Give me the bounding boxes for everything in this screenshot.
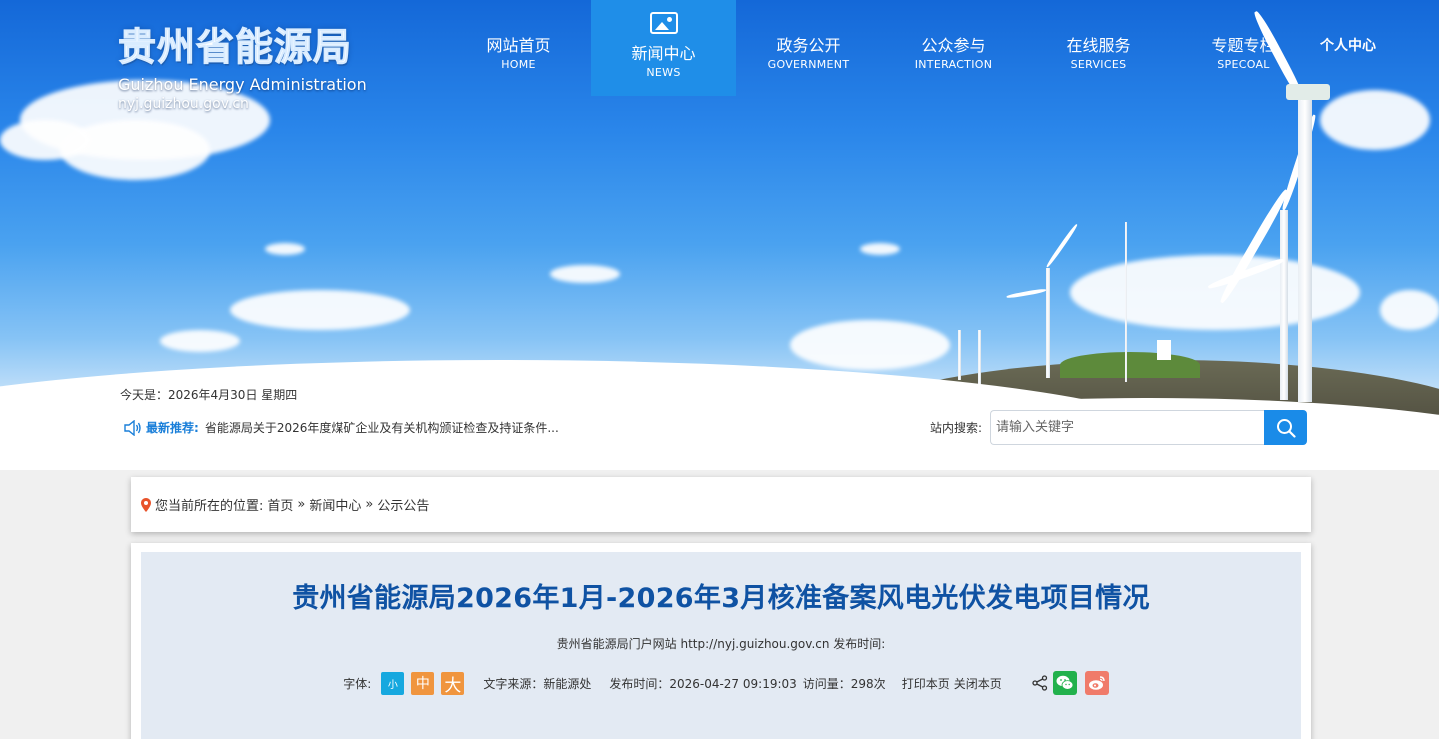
nav-label-cn: 专题专栏 — [1211, 36, 1276, 55]
article-title: 贵州省能源局2026年1月-2026年3月核准备案风电光伏发电项目情况 — [292, 583, 1150, 614]
breadcrumb-notice[interactable]: 公示公告 — [377, 495, 429, 514]
nav-label-en: NEWS — [646, 66, 681, 79]
site-url: nyj.guizhou.gov.cn — [118, 96, 249, 112]
wind-turbine — [1046, 268, 1050, 378]
wind-turbine — [958, 330, 961, 380]
nav-label-en: INTERACTION — [914, 58, 993, 71]
main-nav: 网站首页 HOME 新闻中心 NEWS 政务公开 GOVERNMENT 公众参与… — [446, 0, 1316, 96]
site-search: 站内搜索: — [930, 410, 1308, 445]
share-icon[interactable] — [1032, 675, 1048, 691]
article-header: 贵州省能源局2026年1月-2026年3月核准备案风电光伏发电项目情况 贵州省能… — [141, 552, 1301, 739]
latest-recommend: 最新推荐: 省能源局关于2026年度煤矿企业及有关机构颁证检查及持证条件... — [124, 419, 559, 436]
cloud-decoration — [550, 265, 620, 283]
font-medium-button[interactable]: 中 — [411, 671, 435, 695]
today-date: 今天是：2026年4月30日 星期四 — [120, 388, 298, 402]
font-size-label: 字体: — [343, 676, 372, 691]
turbine-blade — [1006, 288, 1047, 299]
user-center-link[interactable]: 个人中心 — [1320, 35, 1376, 55]
nav-label-cn: 公众参与 — [921, 36, 986, 55]
nav-label-en: HOME — [501, 58, 536, 71]
latest-news-link[interactable]: 省能源局关于2026年度煤矿企业及有关机构颁证检查及持证条件... — [205, 419, 559, 436]
nav-label-en: GOVERNMENT — [767, 58, 850, 71]
search-button[interactable] — [1264, 410, 1308, 445]
nav-label-cn: 在线服务 — [1066, 36, 1131, 55]
search-label: 站内搜索: — [930, 421, 983, 435]
breadcrumb-prefix: 您当前所在的位置: — [155, 499, 264, 514]
search-input[interactable] — [990, 410, 1265, 445]
mast — [1125, 222, 1127, 382]
site-logo[interactable]: 贵州省能源局 Guizhou Energy Administration nyj… — [118, 16, 367, 113]
nav-item-news[interactable]: 新闻中心 NEWS — [591, 0, 736, 96]
cloud-decoration — [230, 290, 410, 330]
wind-turbine — [1298, 92, 1312, 402]
speaker-icon — [124, 419, 141, 436]
nav-label-cn: 政务公开 — [776, 36, 841, 55]
font-large-button[interactable]: 大 — [441, 671, 465, 696]
nav-item-special[interactable]: 专题专栏 SPECOAL — [1171, 0, 1316, 96]
wind-turbine — [1280, 210, 1288, 400]
cloud-decoration — [1380, 290, 1439, 330]
nav-label-en: SERVICES — [1070, 58, 1127, 71]
search-icon — [1276, 418, 1296, 438]
cloud-decoration — [1070, 255, 1360, 330]
location-pin-icon — [141, 497, 151, 512]
wechat-share-button[interactable] — [1052, 671, 1077, 695]
nav-item-home[interactable]: 网站首页 HOME — [446, 0, 591, 96]
cloud-decoration — [790, 320, 950, 370]
nav-label-cn: 新闻中心 — [631, 44, 696, 63]
article-source-line: 贵州省能源局门户网站 http://nyj.guizhou.gov.cn 发布时… — [556, 637, 886, 651]
cloud-decoration — [0, 120, 90, 160]
weibo-icon — [1088, 676, 1105, 690]
font-small-button[interactable]: 小 — [381, 671, 405, 695]
turbine-blade — [1045, 223, 1079, 269]
print-link[interactable]: 打印本页 — [902, 675, 950, 692]
article-meta: 字体: 小 中 大 文字来源：新能源处 发布时间：2026-04-27 09:1… — [151, 671, 1301, 696]
visit-count: 访问量：298次 — [802, 676, 886, 691]
nav-item-services[interactable]: 在线服务 SERVICES — [1026, 0, 1171, 96]
breadcrumb-separator: » — [365, 497, 374, 512]
picture-icon — [649, 12, 678, 34]
nav-label-en: SPECOAL — [1217, 58, 1270, 71]
hill-grass-decoration — [1060, 352, 1200, 378]
cloud-decoration — [265, 243, 305, 255]
close-page-link[interactable]: 关闭本页 — [954, 675, 1002, 692]
cloud-decoration — [160, 330, 240, 352]
nav-label-cn: 网站首页 — [486, 36, 551, 55]
site-name-cn: 贵州省能源局 — [118, 25, 353, 70]
breadcrumb-home[interactable]: 首页 — [267, 495, 293, 514]
breadcrumb: 您当前所在的位置: 首页 » 新闻中心 » 公示公告 — [131, 477, 1311, 532]
text-source: 文字来源：新能源处 — [483, 676, 592, 691]
weibo-share-button[interactable] — [1084, 671, 1109, 695]
breadcrumb-news[interactable]: 新闻中心 — [309, 495, 361, 514]
building — [1157, 340, 1171, 360]
latest-label: 最新推荐: — [146, 421, 199, 435]
site-name-en: Guizhou Energy Administration — [118, 75, 367, 94]
cloud-decoration — [860, 243, 900, 255]
cloud-decoration — [1320, 90, 1430, 150]
wechat-icon — [1056, 675, 1074, 690]
breadcrumb-separator: » — [297, 497, 306, 512]
nav-item-interaction[interactable]: 公众参与 INTERACTION — [881, 0, 1026, 96]
wind-turbine — [978, 330, 981, 390]
publish-time: 发布时间：2026-04-27 09:19:03 — [609, 676, 797, 691]
article-container: 贵州省能源局2026年1月-2026年3月核准备案风电光伏发电项目情况 贵州省能… — [131, 543, 1311, 739]
nav-item-government[interactable]: 政务公开 GOVERNMENT — [736, 0, 881, 96]
